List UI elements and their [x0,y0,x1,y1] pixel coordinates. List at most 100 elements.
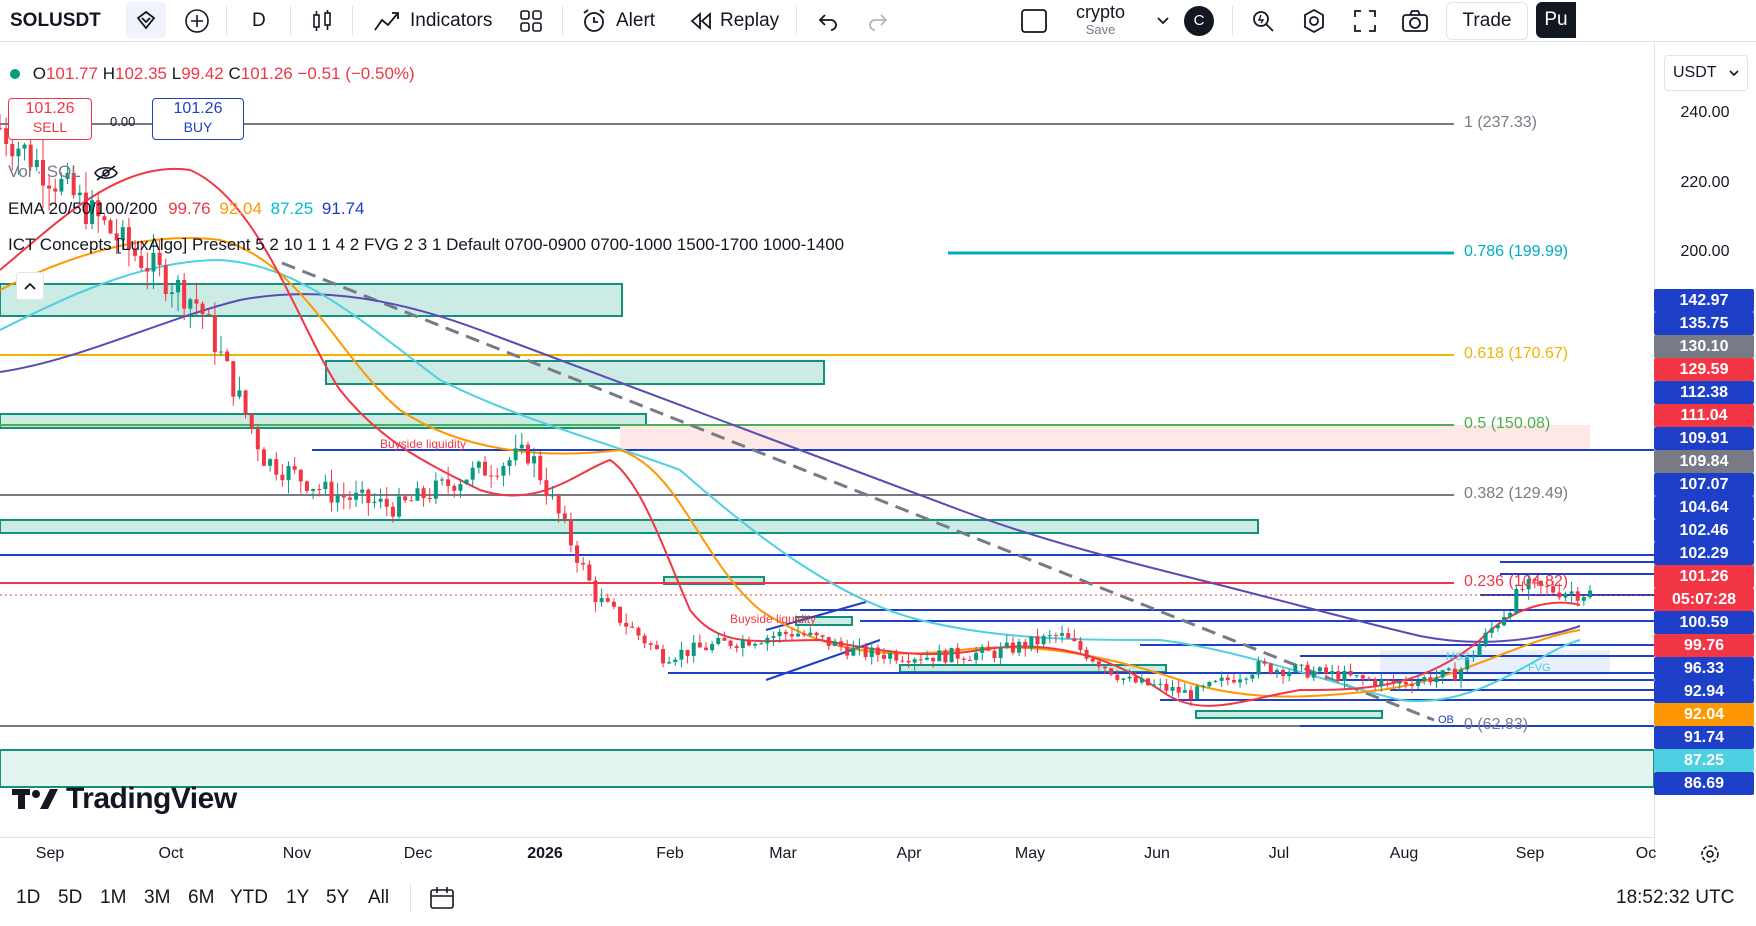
candle-body [1293,665,1298,672]
price-label: 91.74 [1654,726,1754,749]
candle-body [679,649,684,660]
candle-body [1066,633,1071,639]
candle-body [581,562,586,565]
candle-body [986,646,991,651]
layout-dropdown-chevron-icon[interactable] [1156,0,1170,41]
sell-button[interactable]: 101.26 SELL [8,98,92,140]
symbol-search[interactable]: SOLUSDT [10,0,101,41]
candle-body [697,642,702,648]
candle-body [1452,668,1457,681]
candle-body [476,461,481,468]
candle-body [974,652,979,660]
add-symbol-icon[interactable] [184,0,210,41]
candle-body [1385,679,1390,681]
publish-button[interactable]: Pu [1536,2,1576,38]
annotation-buyside-1: Buyside liquidity [380,437,466,451]
candle-body [409,500,414,502]
price-chart[interactable]: Buyside liquidity Buyside liquidity MSS … [0,43,1654,837]
candle-body [139,255,144,268]
alert-button[interactable]: Alert [580,0,655,41]
currency-select[interactable]: USDT [1664,55,1748,91]
trade-button[interactable]: Trade [1446,2,1528,40]
fvg-zone-5 [0,749,1654,788]
buy-button[interactable]: 101.26 BUY [152,98,244,140]
time-tick: Sep [35,845,65,862]
interval-button[interactable]: D [252,0,266,41]
indicators-button[interactable]: Indicators [372,0,492,41]
candle-body [593,580,598,603]
range-ytd[interactable]: YTD [230,870,268,926]
candle-body [961,658,966,660]
range-all[interactable]: All [368,870,389,926]
candle-body [0,127,2,129]
compare-symbol-icon[interactable] [126,2,166,38]
candle-body [188,299,193,309]
time-tick: Oct [158,845,184,862]
candle-body [624,622,629,627]
candle-body [1502,616,1507,626]
utc-clock[interactable]: 18:52:32 UTC [1616,870,1734,926]
range-1d[interactable]: 1D [16,870,40,926]
trend-line-dashed [281,261,1435,722]
candle-body [550,495,555,497]
range-1m[interactable]: 1M [100,870,126,926]
settings-gear-icon[interactable] [1300,0,1328,41]
candle-body [998,647,1003,659]
candle-body [1195,686,1200,700]
range-1y[interactable]: 1Y [286,870,309,926]
candle-body [691,642,696,656]
candle-body [1047,635,1052,637]
candle-body [1096,661,1101,667]
candle-body [1164,683,1169,691]
candle-body [452,485,457,491]
goto-date-calendar-icon[interactable] [428,870,456,926]
candle-body [1145,678,1150,686]
candle-body [900,660,905,662]
candle-body [1274,669,1279,674]
replay-button[interactable]: Replay [688,0,779,41]
candle-body [636,627,641,636]
candles-icon[interactable] [310,0,334,41]
range-3m[interactable]: 3M [144,870,170,926]
candle-body [1127,676,1132,679]
candle-body [268,459,273,466]
candle-body [906,660,911,663]
fvg-zone-4 [0,519,1259,534]
publish-label: Pu [1544,9,1568,30]
candle-body [992,650,997,659]
candle-body [1281,669,1286,677]
chart-settings-gear-icon[interactable] [1698,842,1722,871]
undo-icon[interactable] [816,0,840,41]
candle-body [1471,655,1476,658]
range-5y[interactable]: 5Y [326,870,349,926]
fib-label-0: 0 (62.83) [1464,716,1529,733]
collapse-legend-chevron-icon[interactable] [16,272,44,300]
camera-icon[interactable] [1400,0,1430,41]
price-label: 92.94 [1654,680,1754,703]
candle-body [1575,591,1580,601]
candle-body [384,498,389,507]
redo-icon[interactable] [866,0,890,41]
time-tick: Oc [1635,845,1657,862]
quick-search-icon[interactable] [1250,0,1276,41]
candle-body [618,606,623,623]
eye-hidden-icon[interactable] [93,164,119,182]
templates-icon[interactable] [518,0,544,41]
price-label: 112.38 [1654,381,1754,404]
layout-name-button[interactable]: crypto Save [1076,0,1125,41]
range-5d[interactable]: 5D [58,870,82,926]
spread-value: 0.00 [110,114,136,129]
candle-body [1072,638,1077,642]
candle-body [1416,681,1421,686]
fullscreen-icon[interactable] [1352,0,1378,41]
candle-body [863,645,868,658]
range-6m[interactable]: 6M [188,870,214,926]
candle-body [304,481,309,491]
price-label: 107.07 [1654,473,1754,496]
avatar[interactable]: C [1184,0,1214,41]
annotation-fvg: FVG [1528,662,1551,674]
candle-body [1495,625,1500,629]
candle-body [1231,679,1236,683]
layout-select-icon[interactable] [1020,0,1048,41]
alarm-clock-icon [583,8,605,32]
